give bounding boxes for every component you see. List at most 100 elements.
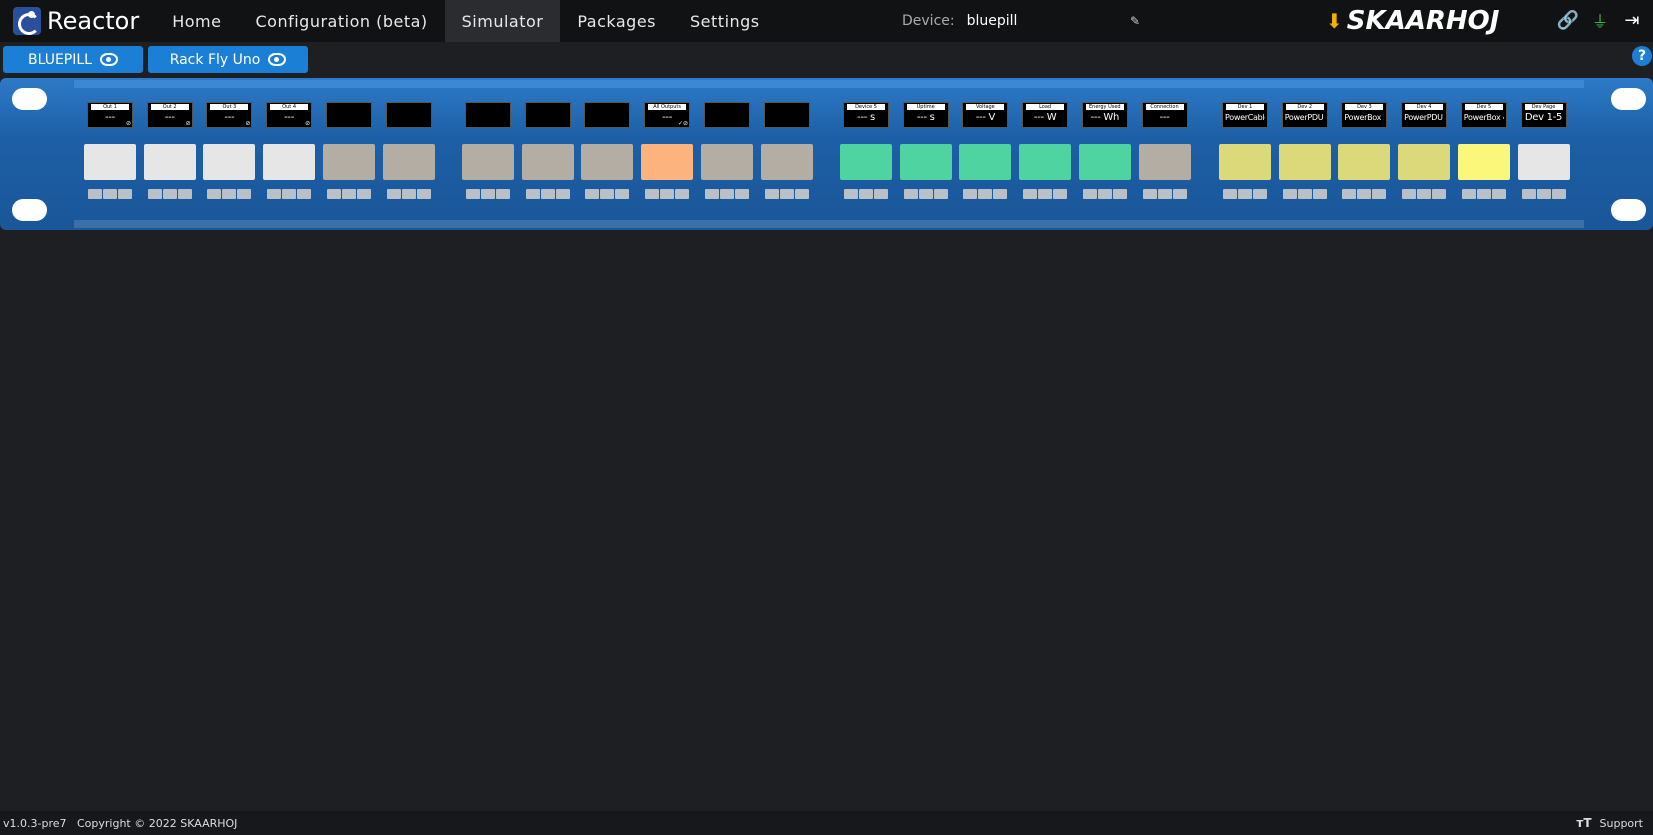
panel-button[interactable] — [1457, 144, 1510, 180]
led-indicator — [237, 189, 252, 199]
led-indicator-strip — [525, 189, 570, 199]
led-indicator — [356, 189, 371, 199]
led-indicator-strip — [903, 189, 948, 199]
panel-button[interactable] — [143, 144, 196, 180]
led-indicator-strip — [326, 189, 371, 199]
oled-value: --- s — [916, 112, 935, 123]
logout-icon[interactable]: ⇥ — [1622, 10, 1642, 31]
led-indicator — [645, 189, 660, 199]
panel-button[interactable] — [263, 144, 316, 180]
oled-display: All Outputs --- ✓⊘ — [644, 102, 691, 128]
oled-display: Out 1 --- ⊘ — [87, 102, 133, 128]
version-number: v1.0.3-pre7 — [3, 816, 67, 830]
led-indicator-strip — [645, 189, 690, 199]
tab-rack-fly-uno[interactable]: Rack Fly Uno — [148, 46, 308, 73]
panel-button[interactable] — [899, 144, 952, 180]
oled-display — [524, 102, 571, 128]
plug-icon[interactable]: ⏚ — [1590, 10, 1610, 31]
tab-bluepill[interactable]: BLUEPILL — [3, 46, 143, 73]
nav-packages[interactable]: Packages — [560, 0, 673, 42]
nav-home[interactable]: Home — [155, 0, 238, 42]
panel-button[interactable] — [959, 144, 1012, 180]
led-indicator — [1461, 189, 1476, 199]
rack-ear-hole — [12, 199, 47, 221]
oled-title: Out 4 — [270, 104, 309, 110]
panel-button[interactable] — [641, 144, 694, 180]
support-link[interactable]: Support — [1600, 817, 1643, 830]
led-indicator — [675, 189, 690, 199]
top-navigation-bar: Reactor Home Configuration (beta) Simula… — [0, 0, 1653, 42]
panel-button[interactable] — [1078, 144, 1131, 180]
oled-display: Voltage --- V — [962, 102, 1009, 128]
panel-button[interactable] — [1138, 144, 1191, 180]
panel-button[interactable] — [1278, 144, 1331, 180]
reactor-logo[interactable]: Reactor — [13, 0, 139, 42]
panel-button[interactable] — [84, 144, 136, 180]
skaarhoj-brand: ⬇ SKAARHOJ — [1326, 6, 1499, 36]
led-indicator-strip — [1402, 189, 1447, 199]
panel-button[interactable] — [1517, 144, 1570, 180]
nav-configuration[interactable]: Configuration (beta) — [238, 0, 444, 42]
oled-title: Out 2 — [150, 104, 189, 110]
eye-icon[interactable] — [268, 53, 287, 66]
panel-button[interactable] — [322, 144, 375, 180]
led-indicator — [297, 189, 312, 199]
led-indicator — [1536, 189, 1551, 199]
panel-button[interactable] — [382, 144, 435, 180]
oled-display: Dev 4 PowerPDU 8D — [1401, 102, 1448, 128]
oled-display: Dev Page Dev 1-5 — [1520, 102, 1567, 128]
tab-bluepill-label: BLUEPILL — [28, 51, 92, 68]
nav-settings[interactable]: Settings — [673, 0, 777, 42]
led-indicator-strip — [466, 189, 510, 199]
pencil-icon[interactable]: ✎ — [1130, 14, 1142, 28]
oled-value: Dev 1-5 — [1524, 112, 1563, 123]
rack-bottom-rail — [74, 220, 1584, 228]
led-indicator-strip — [386, 189, 431, 199]
oled-title: Dev 2 — [1285, 104, 1324, 110]
download-icon[interactable]: ⬇ — [1326, 9, 1343, 33]
oled-title: Dev 3 — [1345, 104, 1384, 110]
rack-ear-hole — [1611, 88, 1646, 110]
nav-simulator[interactable]: Simulator — [444, 0, 561, 42]
led-indicator — [466, 189, 480, 199]
led-indicator-strip — [1521, 189, 1566, 199]
oled-title: Connection — [1145, 104, 1184, 110]
oled-value: PowerBox 4K — [1463, 113, 1504, 122]
oled-title: All Outputs — [648, 104, 687, 110]
led-indicator — [1172, 189, 1187, 199]
panel-button[interactable] — [760, 144, 813, 180]
led-indicator — [1023, 189, 1038, 199]
link-icon[interactable]: 🔗 — [1557, 10, 1579, 31]
panel-button[interactable] — [1398, 144, 1451, 180]
oled-title: Load — [1026, 104, 1065, 110]
app-title: Reactor — [47, 7, 140, 35]
led-indicator — [764, 189, 779, 199]
device-selector[interactable]: Device: bluepill ✎ — [902, 0, 1142, 42]
oled-display: Dev 2 PowerPDU 4C — [1281, 102, 1328, 128]
panel-button[interactable] — [1219, 144, 1271, 180]
led-indicator — [1142, 189, 1157, 199]
led-indicator — [1357, 189, 1372, 199]
eye-icon[interactable] — [99, 53, 118, 66]
panel-button[interactable] — [840, 144, 892, 180]
help-icon[interactable]: ? — [1632, 46, 1652, 66]
panel-button[interactable] — [1019, 144, 1072, 180]
rack-ear-hole — [12, 88, 47, 110]
panel-button[interactable] — [462, 144, 514, 180]
led-indicator — [1038, 189, 1053, 199]
oled-display: Dev 1 PowerCable+ — [1222, 102, 1268, 128]
panel-tabs: BLUEPILL Rack Fly Uno — [0, 42, 1653, 76]
text-size-icon[interactable]: тT — [1576, 816, 1591, 830]
led-indicator-strip — [1223, 189, 1267, 199]
led-indicator-strip — [1461, 189, 1506, 199]
led-indicator-strip — [844, 189, 888, 199]
panel-button[interactable] — [203, 144, 256, 180]
oled-value: PowerBox 3P — [1344, 113, 1384, 122]
led-indicator-strip — [267, 189, 312, 199]
oled-value: PowerCable+ — [1225, 113, 1265, 122]
panel-button[interactable] — [1338, 144, 1391, 180]
led-indicator — [1053, 189, 1068, 199]
panel-button[interactable] — [700, 144, 753, 180]
panel-button[interactable] — [581, 144, 634, 180]
panel-button[interactable] — [521, 144, 574, 180]
